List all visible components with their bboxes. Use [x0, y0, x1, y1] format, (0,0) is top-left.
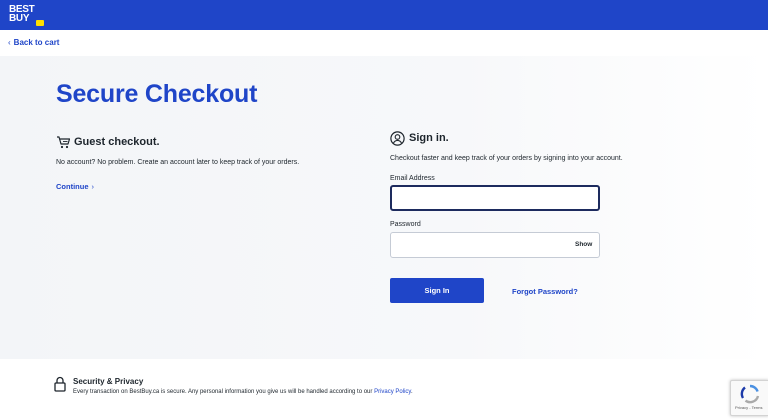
sign-in-button[interactable]: Sign In: [390, 278, 484, 303]
forgot-password-link[interactable]: Forgot Password?: [512, 287, 578, 296]
password-label: Password: [390, 221, 421, 228]
best-buy-logo[interactable]: BEST BUY: [9, 4, 49, 26]
email-label: Email Address: [390, 175, 435, 182]
security-text-body: Every transaction on BestBuy.ca is secur…: [73, 389, 373, 395]
user-circle-icon: [390, 130, 405, 146]
email-field[interactable]: [390, 185, 600, 211]
chevron-right-icon: ›: [91, 182, 95, 191]
continue-guest-link[interactable]: Continue ›: [56, 182, 94, 191]
sign-in-heading: Sign in.: [390, 130, 449, 146]
checkout-main: Secure Checkout Guest checkout. No accou…: [0, 56, 768, 359]
continue-label: Continue: [56, 182, 89, 191]
recaptcha-badge[interactable]: Privacy - Terms: [730, 380, 768, 416]
password-field[interactable]: [390, 232, 600, 258]
logo-line-2: BUY: [9, 13, 30, 24]
recaptcha-links[interactable]: Privacy - Terms: [735, 405, 762, 410]
cart-icon: [57, 135, 70, 148]
lock-icon: [54, 376, 66, 392]
security-footer: Security & Privacy Every transaction on …: [0, 359, 768, 420]
sign-in-title: Sign in.: [409, 132, 449, 144]
security-text: Every transaction on BestBuy.ca is secur…: [73, 389, 413, 395]
page-title: Secure Checkout: [56, 80, 258, 108]
guest-checkout-title: Guest checkout.: [74, 136, 160, 148]
back-to-cart-label: Back to cart: [13, 38, 60, 47]
guest-checkout-heading: Guest checkout.: [56, 135, 160, 149]
back-bar: ‹ Back to cart: [0, 30, 768, 56]
sign-in-description: Checkout faster and keep track of your o…: [390, 155, 623, 162]
show-password-button[interactable]: Show: [575, 241, 592, 248]
logo-tag-icon: [36, 20, 44, 26]
security-heading: Security & Privacy: [73, 377, 144, 386]
recaptcha-icon: [740, 384, 760, 404]
top-header: BEST BUY: [0, 0, 768, 30]
chevron-left-icon: ‹: [8, 38, 11, 47]
guest-checkout-description: No account? No problem. Create an accoun…: [56, 159, 300, 166]
security-text-end: .: [410, 389, 413, 395]
privacy-policy-link[interactable]: Privacy Policy: [374, 389, 411, 395]
back-to-cart-link[interactable]: ‹ Back to cart: [8, 38, 59, 47]
